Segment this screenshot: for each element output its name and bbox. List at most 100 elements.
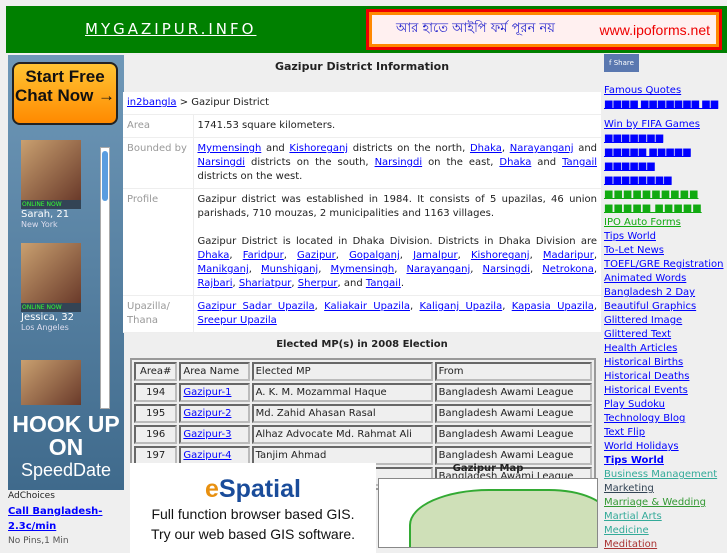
sidebar-link[interactable]: ■■■■■ ■■■■■ bbox=[604, 146, 727, 160]
table-row: 194 Gazipur-1 A. K. M. Mozammal Haque Bangl… bbox=[134, 383, 592, 402]
map-title: Gazipur Map bbox=[452, 463, 524, 474]
sidebar-link[interactable]: IPO Auto Forms bbox=[604, 216, 727, 230]
sidebar-link[interactable]: Health Articles bbox=[604, 342, 727, 356]
sidebar-link[interactable]: Beautiful Graphics bbox=[604, 300, 727, 314]
area-name-cell: Gazipur-3 bbox=[179, 425, 250, 444]
district-link[interactable]: Tangail bbox=[366, 278, 401, 289]
district-link[interactable]: Manikganj bbox=[198, 264, 249, 275]
area-value: 1741.53 square kilometers. bbox=[193, 114, 601, 138]
district-link[interactable]: Dhaka bbox=[470, 143, 502, 154]
profile-card[interactable]: ONLINE NOW Sarah, 21 New York bbox=[21, 140, 81, 229]
category-link[interactable]: Medicine bbox=[604, 524, 727, 538]
district-link[interactable]: Dhaka bbox=[499, 157, 531, 168]
info-table: in2bangla > Gazipur District Area 1741.53… bbox=[123, 92, 601, 333]
upazila-link[interactable]: Gazipur Sadar Upazila bbox=[198, 301, 315, 312]
district-link[interactable]: Tangail bbox=[562, 157, 597, 168]
table-row: 195 Gazipur-2 Md. Zahid Ahasan Rasal Bangla… bbox=[134, 404, 592, 423]
profile-photo bbox=[21, 243, 81, 303]
district-link[interactable]: Mymensingh bbox=[198, 143, 262, 154]
sidebar-link[interactable]: Historical Deaths bbox=[604, 370, 727, 384]
site-logo-link[interactable]: MYGAZIPUR.INFO bbox=[85, 20, 256, 38]
category-link[interactable]: Meditation bbox=[604, 538, 727, 552]
sidebar-link[interactable]: TOEFL/GRE Registration bbox=[604, 258, 727, 272]
mp-name: Alhaz Advocate Md. Rahmat Ali bbox=[251, 425, 433, 444]
category-link[interactable]: Martial Arts bbox=[604, 510, 727, 524]
sidebar-link[interactable]: Technology Blog bbox=[604, 412, 727, 426]
facebook-share-button[interactable]: f Share bbox=[604, 54, 639, 72]
sidebar-link[interactable]: Historical Events bbox=[604, 384, 727, 398]
area-name-link[interactable]: Gazipur-2 bbox=[183, 408, 231, 419]
sidebar-link[interactable]: Historical Births bbox=[604, 356, 727, 370]
district-link[interactable]: Gazipur bbox=[297, 250, 336, 261]
table-header-row: Area# Area Name Elected MP From bbox=[134, 362, 592, 381]
sidebar-link[interactable]: ■■■■■■■■ bbox=[604, 174, 727, 188]
category-link[interactable]: Business Management bbox=[604, 468, 727, 482]
sidebar-link[interactable]: Glittered Image bbox=[604, 314, 727, 328]
breadcrumb: in2bangla > Gazipur District bbox=[123, 92, 601, 115]
upazila-link[interactable]: Kaliganj Upazila bbox=[420, 301, 503, 312]
area-name-link[interactable]: Gazipur-1 bbox=[183, 387, 231, 398]
district-link[interactable]: Shariatpur bbox=[239, 278, 292, 289]
district-link[interactable]: Narayanganj bbox=[406, 264, 470, 275]
start-free-chat-button[interactable]: Start Free Chat Now → bbox=[12, 62, 118, 125]
category-link[interactable]: Marketing bbox=[604, 482, 727, 496]
area-name-link[interactable]: Gazipur-3 bbox=[183, 429, 231, 440]
ad-link[interactable]: Call Bangladesh-2.3c/min bbox=[8, 504, 124, 534]
gazipur-map: Gazipur Map bbox=[378, 463, 598, 548]
sidebar-link[interactable]: Animated Words bbox=[604, 272, 727, 286]
district-link[interactable]: Narayanganj bbox=[510, 143, 574, 154]
left-ad[interactable]: Start Free Chat Now → ONLINE NOW Sarah, 2… bbox=[8, 55, 124, 490]
breadcrumb-link[interactable]: in2bangla bbox=[127, 97, 177, 108]
ipoforms-banner[interactable]: আর হাতে আইপি ফর্ম পূরন নয় www.ipoforms.… bbox=[366, 9, 722, 50]
column-header: Area# bbox=[134, 362, 178, 381]
sidebar-link[interactable]: ■■■■■■ bbox=[604, 160, 727, 174]
sidebar-link[interactable]: ■■■■■ ■■■■■ bbox=[604, 202, 727, 216]
ad-scrollbar[interactable] bbox=[100, 147, 110, 409]
district-link[interactable]: Sherpur bbox=[298, 278, 338, 289]
district-link[interactable]: Mymensingh bbox=[330, 264, 394, 275]
category-link[interactable]: Marriage & Wedding bbox=[604, 496, 727, 510]
district-link[interactable]: Narsingdi bbox=[198, 157, 246, 168]
sidebar-link[interactable]: To-Let News bbox=[604, 244, 727, 258]
party: Bangladesh Awami League bbox=[434, 383, 592, 402]
map-image[interactable] bbox=[378, 478, 598, 548]
district-link[interactable]: Narsingdi bbox=[483, 264, 531, 275]
sidebar-link[interactable]: ■■■■■■■■■■ bbox=[604, 188, 727, 202]
sidebar-link[interactable]: Text Flip bbox=[604, 426, 727, 440]
upazila-link[interactable]: Sreepur Upazila bbox=[198, 315, 277, 326]
district-link[interactable]: Dhaka bbox=[198, 250, 230, 261]
sidebar-link[interactable]: Play Sudoku bbox=[604, 398, 727, 412]
sidebar-link[interactable]: ■■■■■■■ bbox=[604, 132, 727, 146]
sidebar-link[interactable]: Glittered Text bbox=[604, 328, 727, 342]
district-link[interactable]: Kishoreganj bbox=[289, 143, 348, 154]
district-link[interactable]: Gopalganj bbox=[349, 250, 400, 261]
district-link[interactable]: Jamalpur bbox=[413, 250, 458, 261]
area-name-link[interactable]: Gazipur-4 bbox=[183, 450, 231, 461]
district-link[interactable]: Netrokona bbox=[542, 264, 594, 275]
profile-card[interactable]: ONLINE NOW Jessica, 32 Los Angeles bbox=[21, 243, 81, 332]
district-link[interactable]: Kishoreganj bbox=[471, 250, 530, 261]
profile-value: Gazipur district was established in 1984… bbox=[193, 188, 601, 296]
profile-label: Profile bbox=[123, 188, 194, 296]
district-link[interactable]: Munshiganj bbox=[261, 264, 318, 275]
upazila-value: Gazipur Sadar Upazila, Kaliakair Upazila… bbox=[193, 295, 601, 333]
profile-card[interactable] bbox=[21, 360, 81, 405]
espatial-ad[interactable]: eSpatial Full function browser based GIS… bbox=[130, 463, 376, 553]
district-link[interactable]: Madaripur bbox=[543, 250, 594, 261]
sidebar-link[interactable]: ■■■■ ■■■■■■■ ■■ bbox=[604, 98, 727, 112]
sidebar-link[interactable]: Win by FIFA Games bbox=[604, 118, 727, 132]
district-link[interactable]: Faridpur bbox=[243, 250, 284, 261]
table-row: 196 Gazipur-3 Alhaz Advocate Md. Rahmat Al… bbox=[134, 425, 592, 444]
ad-tagline: HOOK UP ON SpeedDate bbox=[8, 413, 124, 482]
sidebar-link-tips-world[interactable]: Tips World bbox=[604, 454, 727, 468]
sidebar-link[interactable]: World Holidays bbox=[604, 440, 727, 454]
sidebar-link[interactable]: Tips World bbox=[604, 230, 727, 244]
upazila-link[interactable]: Kapasia Upazila bbox=[512, 301, 594, 312]
ad-line: Try our web based GIS software. bbox=[150, 526, 356, 542]
district-link[interactable]: Rajbari bbox=[198, 278, 233, 289]
sidebar-link[interactable]: Bangladesh 2 Day bbox=[604, 286, 727, 300]
district-link[interactable]: Narsingdi bbox=[375, 157, 423, 168]
adchoices-label[interactable]: AdChoices bbox=[8, 491, 55, 501]
upazila-link[interactable]: Kaliakair Upazila bbox=[324, 301, 410, 312]
sidebar-link[interactable]: Famous Quotes bbox=[604, 84, 727, 98]
